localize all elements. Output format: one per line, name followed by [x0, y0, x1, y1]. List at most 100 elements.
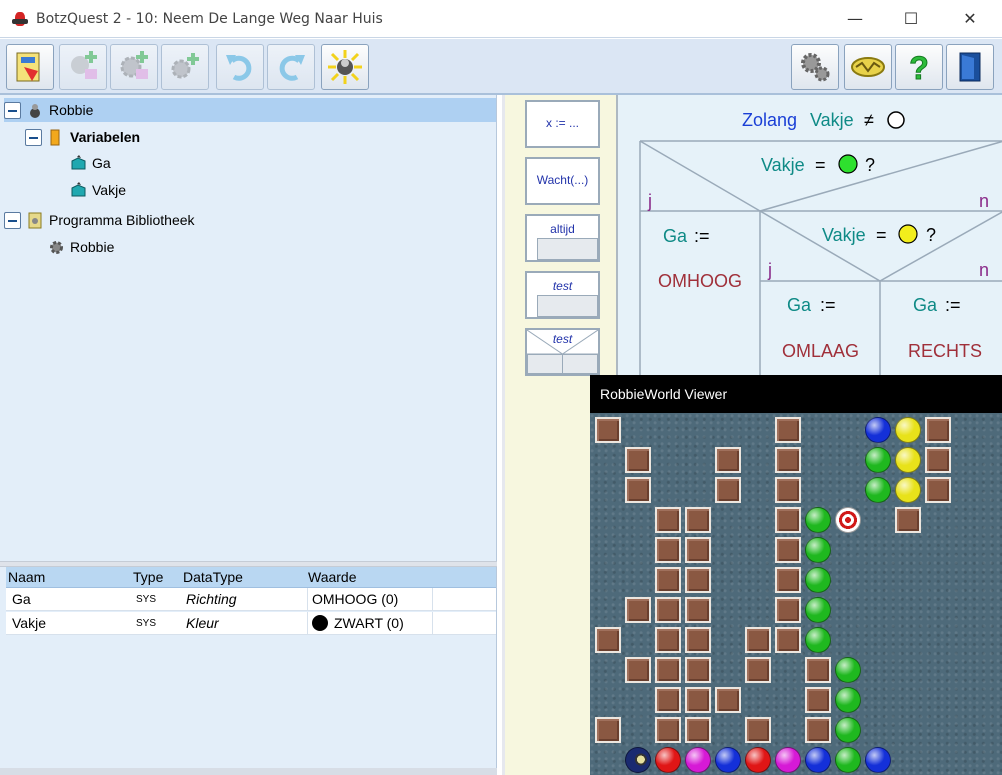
program-canvas[interactable]: Zolang Vakje ≠ Vakje = ? j n Ga := OMHOO…: [616, 95, 1002, 385]
tree-item-robbie[interactable]: Robbie: [4, 98, 496, 122]
assign3-value[interactable]: RECHTS: [908, 341, 982, 362]
close-button[interactable]: ✕: [947, 0, 993, 36]
cell-naam: Ga: [12, 591, 31, 607]
wall-box: [625, 657, 651, 683]
exit-button[interactable]: [946, 44, 994, 90]
green-ball: [805, 597, 831, 623]
wall-box: [685, 507, 711, 533]
black-dot-icon: [312, 615, 328, 631]
wall-box: [595, 417, 621, 443]
wall-box: [715, 687, 741, 713]
wall-box: [655, 597, 681, 623]
tree-item-label: Ga: [92, 155, 111, 171]
tree-item-label: Robbie: [49, 102, 94, 118]
wall-box: [745, 717, 771, 743]
wall-box: [805, 717, 831, 743]
column-header-naam[interactable]: Naam: [8, 567, 45, 587]
palette-branch-block[interactable]: test: [525, 328, 600, 376]
blue-ball: [715, 747, 741, 773]
project-tree: Robbie Variabelen Ga Vakje Programma Bib…: [0, 95, 497, 561]
title-bar: BotzQuest 2 - 10: Neem De Lange Weg Naar…: [0, 0, 1002, 38]
wall-box: [655, 687, 681, 713]
assign2-variable[interactable]: Ga: [787, 295, 811, 316]
green-ball: [835, 687, 861, 713]
variable-icon: [70, 154, 87, 172]
maximize-button[interactable]: ☐: [888, 0, 934, 36]
if2-no-label: n: [979, 260, 990, 280]
collapse-icon[interactable]: [4, 211, 21, 229]
if2-variable[interactable]: Vakje: [822, 225, 866, 246]
green-ball: [835, 747, 861, 773]
cell-waarde[interactable]: ZWART (0): [312, 612, 404, 634]
tree-item-library[interactable]: Programma Bibliotheek: [4, 208, 195, 232]
tree-item-variable-ga[interactable]: Ga: [70, 151, 111, 175]
palette-assign-block[interactable]: x := ...: [525, 100, 600, 148]
column-header-type[interactable]: Type: [133, 567, 163, 587]
if1-question: ?: [865, 155, 876, 175]
magenta-ball: [775, 747, 801, 773]
wall-box: [685, 627, 711, 653]
green-circle-icon: [838, 154, 858, 174]
palette-test-block[interactable]: test: [525, 271, 600, 319]
undo-button[interactable]: [216, 44, 264, 90]
green-ball: [865, 477, 891, 503]
gear-plus-icon: [120, 51, 148, 79]
horizontal-scrollbar[interactable]: [0, 768, 497, 775]
tree-item-library-robbie[interactable]: Robbie: [48, 235, 114, 259]
blue-ball: [805, 747, 831, 773]
assign1-value[interactable]: OMHOOG: [658, 271, 742, 292]
loop-variable[interactable]: Vakje: [810, 110, 854, 131]
add-subroutine-button[interactable]: [161, 44, 209, 90]
assign2-value[interactable]: OMLAAG: [782, 341, 859, 362]
if1-variable[interactable]: Vakje: [761, 155, 805, 176]
palette-always-block[interactable]: altijd: [525, 214, 600, 262]
green-ball: [835, 657, 861, 683]
minimize-button[interactable]: —: [832, 0, 878, 36]
world-board: [590, 413, 1002, 775]
loop-keyword[interactable]: Zolang: [742, 110, 797, 131]
open-project-button[interactable]: [6, 44, 54, 90]
palette-branch-label: test: [552, 332, 573, 346]
wall-box: [685, 537, 711, 563]
wall-box: [685, 657, 711, 683]
settings-button[interactable]: [791, 44, 839, 90]
wall-box: [655, 657, 681, 683]
loop-operator: ≠: [864, 110, 874, 130]
robbieworld-viewer: RobbieWorld Viewer: [590, 375, 1002, 775]
redo-button[interactable]: [267, 44, 315, 90]
viewer-title[interactable]: RobbieWorld Viewer: [590, 375, 1002, 413]
folder-icon: [48, 129, 65, 146]
library-icon: [27, 212, 44, 229]
collapse-icon[interactable]: [4, 101, 21, 119]
assign3-operator: :=: [945, 295, 961, 315]
tree-item-variable-vakje[interactable]: Vakje: [70, 178, 126, 202]
wall-box: [655, 717, 681, 743]
tree-item-variables[interactable]: Variabelen: [25, 125, 140, 149]
add-robot-button[interactable]: [59, 44, 107, 90]
wall-box: [625, 447, 651, 473]
palette-wait-block[interactable]: Wacht(...): [525, 157, 600, 205]
column-header-waarde[interactable]: Waarde: [308, 567, 357, 587]
assign1-variable[interactable]: Ga: [663, 226, 687, 247]
help-button[interactable]: ?: [895, 44, 943, 90]
red-ball: [655, 747, 681, 773]
wall-box: [805, 687, 831, 713]
wall-box: [595, 717, 621, 743]
yellow-circle-icon: [898, 224, 918, 244]
tree-item-label: Robbie: [70, 239, 115, 255]
column-header-datatype[interactable]: DataType: [183, 567, 243, 587]
table-row[interactable]: Vakje SYS Kleur ZWART (0): [6, 612, 496, 635]
world-button[interactable]: [844, 44, 892, 90]
assign3-variable[interactable]: Ga: [913, 295, 937, 316]
collapse-icon[interactable]: [25, 128, 42, 146]
cell-waarde[interactable]: OMHOOG (0): [312, 588, 398, 610]
wall-box: [685, 597, 711, 623]
wall-box: [685, 567, 711, 593]
run-robot-button[interactable]: [321, 44, 369, 90]
add-gear-button[interactable]: [110, 44, 158, 90]
table-row[interactable]: Ga SYS Richting OMHOOG (0): [6, 588, 496, 611]
green-ball: [835, 717, 861, 743]
if1-yes-label: j: [648, 191, 652, 211]
gears-icon: [801, 53, 830, 82]
small-gear-plus-icon: [171, 53, 199, 79]
